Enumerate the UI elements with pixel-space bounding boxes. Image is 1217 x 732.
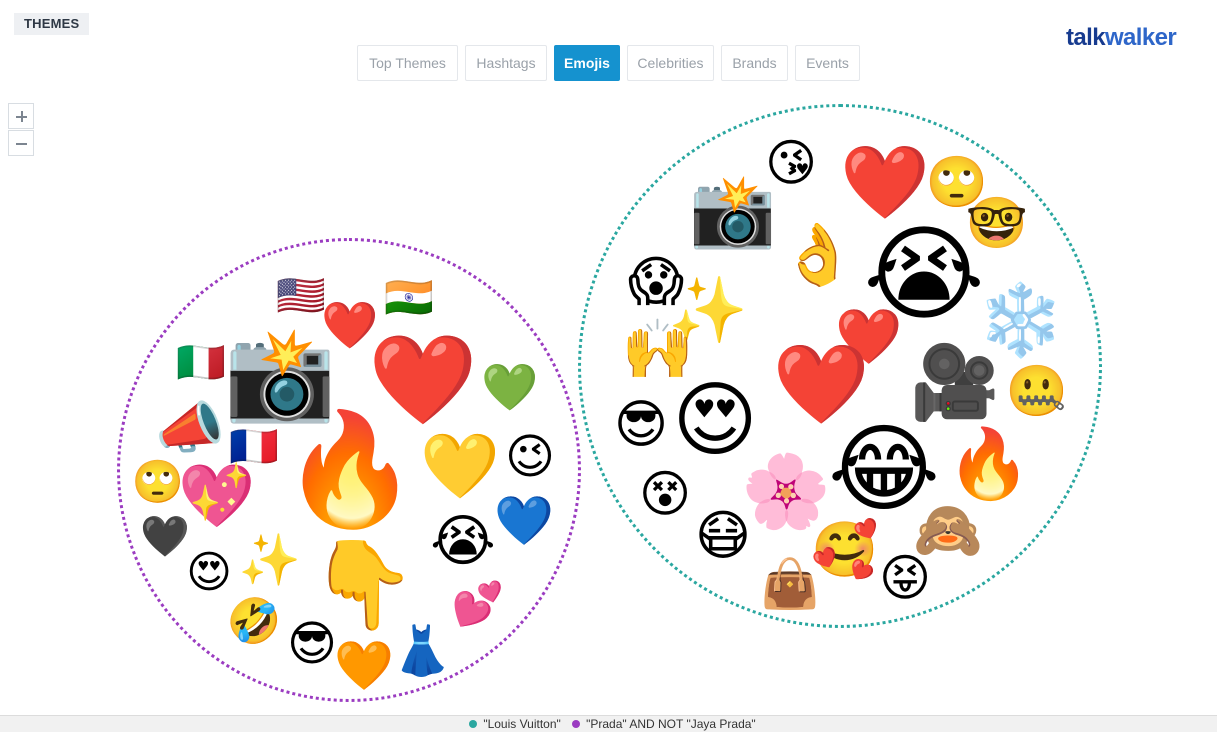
legend-label-prada[interactable]: "Prada" AND NOT "Jaya Prada" bbox=[586, 717, 756, 731]
prada-emoji[interactable]: 🤣 bbox=[227, 600, 282, 644]
louis-vuitton-emoji[interactable]: 🥰 bbox=[811, 523, 878, 577]
tab-brands[interactable]: Brands bbox=[721, 45, 788, 81]
prada-emoji[interactable]: 💛 bbox=[420, 434, 500, 498]
louis-vuitton-emoji[interactable]: 🌸 bbox=[741, 456, 831, 528]
prada-emoji[interactable]: ✨ bbox=[239, 535, 301, 585]
prada-emoji[interactable]: 🇺🇸 bbox=[276, 276, 326, 316]
louis-vuitton-emoji[interactable]: 😷 bbox=[695, 509, 751, 563]
prada-emoji[interactable]: 💕 bbox=[452, 583, 504, 625]
zoom-controls bbox=[8, 103, 34, 157]
prada-emoji[interactable]: 💚 bbox=[481, 364, 538, 410]
louis-vuitton-emoji[interactable]: 😎 bbox=[614, 399, 668, 451]
legend-dot-louis-vuitton bbox=[469, 720, 478, 728]
tab-events[interactable]: Events bbox=[795, 45, 860, 81]
louis-vuitton-emoji[interactable]: ❤️ bbox=[840, 147, 930, 219]
louis-vuitton-emoji[interactable]: 🎥 bbox=[910, 347, 1000, 419]
tab-top-themes[interactable]: Top Themes bbox=[357, 45, 458, 81]
prada-emoji[interactable]: 👇 bbox=[309, 542, 416, 628]
louis-vuitton-emoji[interactable]: 😝 bbox=[879, 553, 931, 603]
brand-part-2: walker bbox=[1104, 24, 1177, 51]
prada-emoji[interactable]: 📣 bbox=[155, 400, 225, 456]
prada-emoji[interactable]: 🇮🇳 bbox=[384, 278, 434, 318]
prada-emoji[interactable]: 🖤 bbox=[140, 517, 190, 557]
prada-emoji[interactable]: 🧡 bbox=[334, 643, 394, 691]
minus-icon bbox=[16, 143, 27, 145]
louis-vuitton-emoji[interactable]: 😵 bbox=[639, 469, 691, 519]
prada-emoji[interactable]: 🔥 bbox=[282, 415, 419, 525]
louis-vuitton-emoji[interactable]: 🙌 bbox=[622, 321, 694, 379]
prada-emoji[interactable]: 🇮🇹 bbox=[176, 343, 226, 383]
brand-part-1: talk bbox=[1066, 24, 1106, 51]
plus-icon-stem bbox=[21, 111, 23, 122]
prada-emoji[interactable]: 😍 bbox=[186, 551, 232, 595]
louis-vuitton-emoji[interactable]: 🔥 bbox=[947, 430, 1032, 498]
prada-emoji[interactable]: 🙄 bbox=[132, 461, 184, 503]
prada-emoji[interactable]: 😉 bbox=[505, 434, 555, 482]
prada-emoji[interactable]: 😭 bbox=[430, 513, 495, 569]
louis-vuitton-emoji[interactable]: 👌 bbox=[781, 225, 856, 285]
louis-vuitton-emoji[interactable]: 🤐 bbox=[1006, 366, 1068, 416]
prada-emoji[interactable]: 😎 bbox=[287, 621, 337, 669]
prada-emoji[interactable]: 👗 bbox=[392, 628, 452, 676]
zoom-in-button[interactable] bbox=[8, 103, 34, 129]
legend: "Louis Vuitton" "Prada" AND NOT "Jaya Pr… bbox=[0, 715, 1217, 732]
tab-celebrities[interactable]: Celebrities bbox=[627, 45, 714, 81]
legend-label-louis-vuitton[interactable]: "Louis Vuitton" bbox=[483, 717, 560, 731]
legend-dot-prada bbox=[572, 720, 581, 728]
zoom-out-button[interactable] bbox=[8, 130, 34, 156]
tab-emojis[interactable]: Emojis bbox=[554, 45, 620, 81]
louis-vuitton-emoji[interactable]: 😍 bbox=[672, 380, 757, 462]
prada-emoji[interactable]: 🇫🇷 bbox=[229, 427, 279, 467]
louis-vuitton-emoji[interactable]: 👜 bbox=[760, 561, 820, 609]
brand-logo: talkwalker bbox=[1066, 24, 1177, 52]
louis-vuitton-emoji[interactable]: ❤️ bbox=[772, 345, 869, 423]
louis-vuitton-emoji[interactable]: 📸 bbox=[689, 176, 776, 246]
section-label: THEMES bbox=[14, 13, 90, 35]
tab-hashtags[interactable]: Hashtags bbox=[465, 45, 547, 81]
prada-emoji[interactable]: 📸 bbox=[224, 330, 336, 420]
prada-emoji[interactable]: 💙 bbox=[494, 498, 554, 546]
